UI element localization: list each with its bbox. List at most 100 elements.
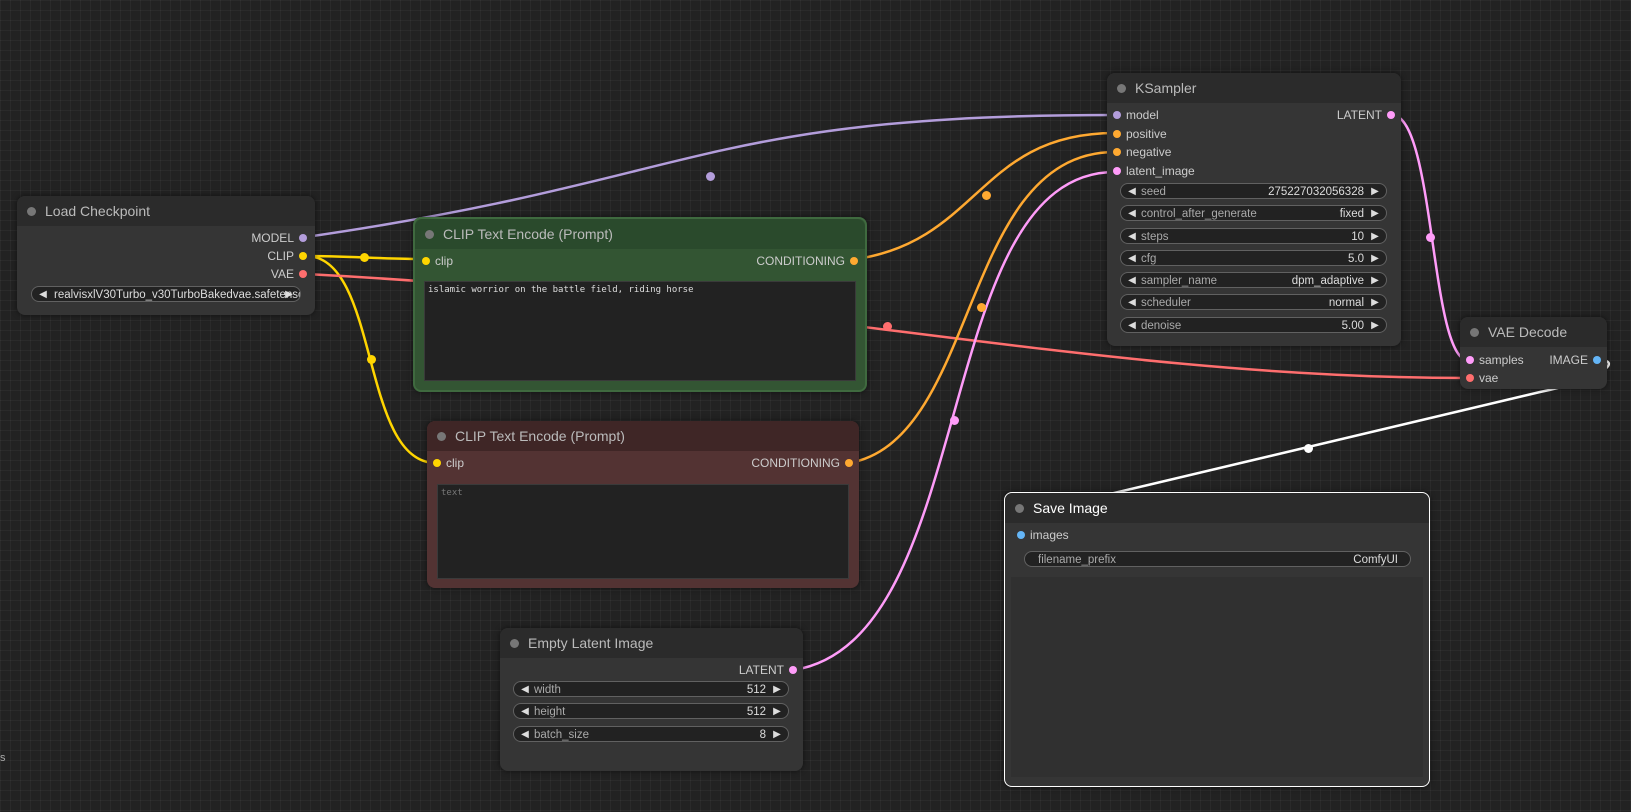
node-save-image[interactable]: Save Image images filename_prefix ComfyU…: [1004, 492, 1430, 787]
arrow-left-icon[interactable]: ◀: [1126, 229, 1138, 243]
cfg-widget[interactable]: ◀ cfg 5.0 ▶: [1120, 250, 1387, 266]
control-after-generate-widget[interactable]: ◀ control_after_generate fixed ▶: [1120, 205, 1387, 221]
arrow-right-icon[interactable]: ▶: [1369, 295, 1381, 309]
input-slot-model[interactable]: model: [1113, 108, 1159, 122]
input-slot-positive[interactable]: positive: [1113, 127, 1167, 141]
link-midpoint-latent[interactable]: [950, 416, 959, 425]
prompt-textarea[interactable]: text: [437, 484, 849, 579]
arrow-right-icon[interactable]: ▶: [1369, 273, 1381, 287]
link-midpoint-samples[interactable]: [1426, 233, 1435, 242]
arrow-left-icon[interactable]: ◀: [1126, 273, 1138, 287]
pin-icon[interactable]: [1466, 374, 1474, 382]
collapse-dot-icon[interactable]: [1470, 328, 1479, 337]
input-slot-latent-image[interactable]: latent_image: [1113, 164, 1195, 178]
pin-icon[interactable]: [789, 666, 797, 674]
pin-icon[interactable]: [1113, 148, 1121, 156]
arrow-right-icon[interactable]: ▶: [283, 287, 295, 301]
arrow-left-icon[interactable]: ◀: [37, 287, 49, 301]
pin-icon[interactable]: [299, 252, 307, 260]
pin-icon[interactable]: [1113, 130, 1121, 138]
node-load-checkpoint[interactable]: Load Checkpoint MODEL CLIP VAE ◀ realvis…: [17, 196, 315, 315]
ckpt-name-combo[interactable]: ◀ realvisxlV30Turbo_v30TurboBakedvae.saf…: [31, 286, 301, 302]
denoise-widget[interactable]: ◀ denoise 5.00 ▶: [1120, 317, 1387, 333]
node-clip-text-encode-negative[interactable]: CLIP Text Encode (Prompt) clip CONDITION…: [427, 421, 859, 588]
pin-icon[interactable]: [1113, 111, 1121, 119]
input-slot-negative[interactable]: negative: [1113, 145, 1171, 159]
pin-icon[interactable]: [299, 270, 307, 278]
link-midpoint-model[interactable]: [706, 172, 715, 181]
height-widget[interactable]: ◀ height 512 ▶: [513, 703, 789, 719]
scheduler-widget[interactable]: ◀ scheduler normal ▶: [1120, 294, 1387, 310]
pin-icon[interactable]: [1017, 531, 1025, 539]
arrow-left-icon[interactable]: ◀: [1126, 318, 1138, 332]
node-title[interactable]: CLIP Text Encode (Prompt): [415, 219, 865, 249]
output-slot-latent[interactable]: LATENT: [739, 663, 797, 677]
output-slot-image[interactable]: IMAGE: [1549, 353, 1601, 367]
collapse-dot-icon[interactable]: [425, 230, 434, 239]
pin-icon[interactable]: [1593, 356, 1601, 364]
input-slot-samples[interactable]: samples: [1466, 353, 1524, 367]
output-slot-vae[interactable]: VAE: [271, 267, 307, 281]
output-slot-model[interactable]: MODEL: [251, 231, 307, 245]
link-midpoint-negative[interactable]: [977, 303, 986, 312]
link-midpoint-vae[interactable]: [883, 322, 892, 331]
link-midpoint-positive[interactable]: [982, 191, 991, 200]
pin-icon[interactable]: [1113, 167, 1121, 175]
node-clip-text-encode-positive[interactable]: CLIP Text Encode (Prompt) clip CONDITION…: [413, 217, 867, 392]
node-ksampler[interactable]: KSampler model positive negative latent_…: [1107, 73, 1401, 346]
node-title[interactable]: Load Checkpoint: [17, 196, 315, 226]
arrow-left-icon[interactable]: ◀: [1126, 184, 1138, 198]
batch-size-widget[interactable]: ◀ batch_size 8 ▶: [513, 726, 789, 742]
node-title[interactable]: Save Image: [1005, 493, 1429, 523]
node-empty-latent-image[interactable]: Empty Latent Image LATENT ◀ width 512 ▶ …: [500, 628, 803, 771]
node-title[interactable]: KSampler: [1107, 73, 1401, 103]
collapse-dot-icon[interactable]: [437, 432, 446, 441]
pin-icon[interactable]: [299, 234, 307, 242]
arrow-right-icon[interactable]: ▶: [771, 704, 783, 718]
arrow-right-icon[interactable]: ▶: [1369, 184, 1381, 198]
link-midpoint-clip-negative[interactable]: [367, 355, 376, 364]
node-title[interactable]: CLIP Text Encode (Prompt): [427, 421, 859, 451]
link-midpoint-clip[interactable]: [360, 253, 369, 262]
link-midpoint-image[interactable]: [1304, 444, 1313, 453]
seed-widget[interactable]: ◀ seed 275227032056328 ▶: [1120, 183, 1387, 199]
collapse-dot-icon[interactable]: [1015, 504, 1024, 513]
width-widget[interactable]: ◀ width 512 ▶: [513, 681, 789, 697]
filename-prefix-widget[interactable]: filename_prefix ComfyUI: [1024, 551, 1411, 567]
output-slot-conditioning[interactable]: CONDITIONING: [756, 254, 858, 268]
arrow-right-icon[interactable]: ▶: [1369, 318, 1381, 332]
output-slot-latent[interactable]: LATENT: [1337, 108, 1395, 122]
arrow-right-icon[interactable]: ▶: [771, 682, 783, 696]
arrow-right-icon[interactable]: ▶: [1369, 206, 1381, 220]
arrow-left-icon[interactable]: ◀: [1126, 206, 1138, 220]
node-title[interactable]: Empty Latent Image: [500, 628, 803, 658]
arrow-right-icon[interactable]: ▶: [771, 727, 783, 741]
steps-widget[interactable]: ◀ steps 10 ▶: [1120, 228, 1387, 244]
arrow-right-icon[interactable]: ▶: [1369, 251, 1381, 265]
input-slot-clip[interactable]: clip: [422, 254, 453, 268]
node-title[interactable]: VAE Decode: [1460, 317, 1607, 347]
input-slot-vae[interactable]: vae: [1466, 371, 1498, 385]
pin-icon[interactable]: [422, 257, 430, 265]
arrow-left-icon[interactable]: ◀: [1126, 251, 1138, 265]
output-slot-clip[interactable]: CLIP: [267, 249, 307, 263]
collapse-dot-icon[interactable]: [1117, 84, 1126, 93]
collapse-dot-icon[interactable]: [510, 639, 519, 648]
pin-icon[interactable]: [845, 459, 853, 467]
output-slot-conditioning[interactable]: CONDITIONING: [751, 456, 853, 470]
pin-icon[interactable]: [1387, 111, 1395, 119]
input-slot-images[interactable]: images: [1017, 528, 1069, 542]
node-vae-decode[interactable]: VAE Decode samples vae IMAGE: [1460, 317, 1607, 389]
arrow-left-icon[interactable]: ◀: [519, 727, 531, 741]
arrow-left-icon[interactable]: ◀: [1126, 295, 1138, 309]
collapse-dot-icon[interactable]: [27, 207, 36, 216]
arrow-left-icon[interactable]: ◀: [519, 682, 531, 696]
pin-icon[interactable]: [1466, 356, 1474, 364]
pin-icon[interactable]: [433, 459, 441, 467]
input-slot-clip[interactable]: clip: [433, 456, 464, 470]
pin-icon[interactable]: [850, 257, 858, 265]
sampler-name-widget[interactable]: ◀ sampler_name dpm_adaptive ▶: [1120, 272, 1387, 288]
prompt-textarea[interactable]: islamic worrior on the battle field, rid…: [424, 281, 856, 381]
arrow-left-icon[interactable]: ◀: [519, 704, 531, 718]
arrow-right-icon[interactable]: ▶: [1369, 229, 1381, 243]
